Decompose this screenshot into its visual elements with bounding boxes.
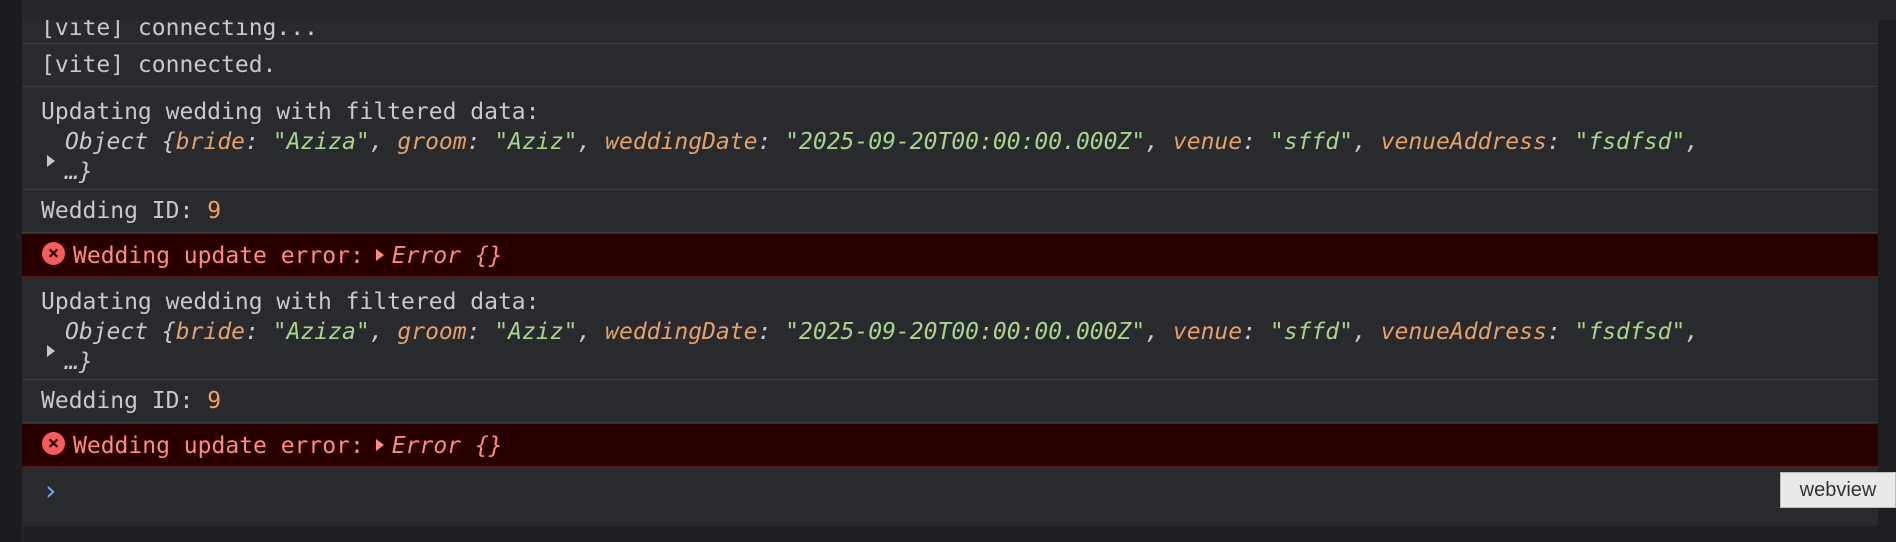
left-gutter: [0, 0, 23, 542]
right-gutter: [1878, 20, 1896, 542]
object-value: "sffd": [1269, 319, 1353, 345]
object-key: groom: [397, 129, 467, 155]
error-object[interactable]: Error {}: [392, 433, 503, 459]
object-prefix: Object {: [65, 319, 176, 345]
console-message-text: Updating wedding with filtered data:: [41, 289, 540, 315]
console-input[interactable]: ›: [22, 467, 1878, 511]
object-value: "Aziz": [494, 129, 578, 155]
console-panel: [vite] connecting... [vite] connected. U…: [22, 20, 1878, 526]
object-value: "Aziz": [494, 319, 578, 345]
object-key: venueAddress: [1380, 129, 1547, 155]
object-preview[interactable]: Object {bride: "Aziza", groom: "Aziz", w…: [41, 317, 1859, 357]
object-value: "fsdfsd": [1574, 129, 1686, 155]
console-message-text: [vite] connecting...: [41, 20, 318, 41]
error-object[interactable]: Error {}: [392, 243, 503, 269]
object-value: "fsdfsd": [1574, 319, 1686, 345]
disclosure-triangle-icon[interactable]: [375, 438, 384, 451]
object-overflow: …}: [65, 349, 93, 375]
object-value: "sffd": [1269, 129, 1353, 155]
wedding-id-value: 9: [207, 198, 222, 224]
object-key: bride: [175, 129, 246, 155]
console-error-message: × Wedding update error: Error {}: [22, 233, 1878, 277]
console-message: [vite] connected.: [22, 44, 1878, 87]
error-text: Wedding update error:: [73, 433, 364, 459]
chevron-right-icon: ›: [42, 474, 59, 507]
object-value: "Aziza": [272, 129, 370, 155]
object-key: venueAddress: [1380, 319, 1547, 345]
object-key: groom: [397, 319, 467, 345]
object-preview[interactable]: Object {bride: "Aziza", groom: "Aziz", w…: [41, 127, 1859, 167]
error-circle-icon: ×: [42, 242, 65, 265]
console-object-message: Updating wedding with filtered data: Obj…: [22, 87, 1878, 190]
webview-tooltip: webview: [1780, 472, 1896, 508]
wedding-id-label: Wedding ID:: [41, 198, 194, 224]
object-key: venue: [1172, 129, 1243, 155]
console-message: [vite] connecting...: [22, 20, 1878, 44]
object-value: "2025-09-20T00:00:00.000Z": [785, 129, 1146, 155]
disclosure-triangle-icon[interactable]: [375, 248, 384, 261]
wedding-id-label: Wedding ID:: [41, 388, 194, 414]
wedding-id-value: 9: [207, 388, 222, 414]
object-value: "Aziza": [272, 319, 370, 345]
object-key: weddingDate: [605, 129, 758, 155]
console-toolbar: [22, 0, 1896, 21]
object-key: bride: [175, 319, 246, 345]
console-error-message: × Wedding update error: Error {}: [22, 423, 1878, 467]
object-prefix: Object {: [65, 129, 176, 155]
console-message: Wedding ID: 9: [22, 380, 1878, 423]
object-key: weddingDate: [605, 319, 758, 345]
console-object-message: Updating wedding with filtered data: Obj…: [22, 277, 1878, 380]
object-key: venue: [1172, 319, 1243, 345]
error-circle-icon: ×: [42, 432, 65, 455]
object-overflow: …}: [65, 159, 93, 185]
object-value: "2025-09-20T00:00:00.000Z": [785, 319, 1146, 345]
console-message-text: Updating wedding with filtered data:: [41, 99, 540, 125]
error-text: Wedding update error:: [73, 243, 364, 269]
console-message-text: [vite] connected.: [41, 52, 277, 78]
console-message: Wedding ID: 9: [22, 190, 1878, 233]
